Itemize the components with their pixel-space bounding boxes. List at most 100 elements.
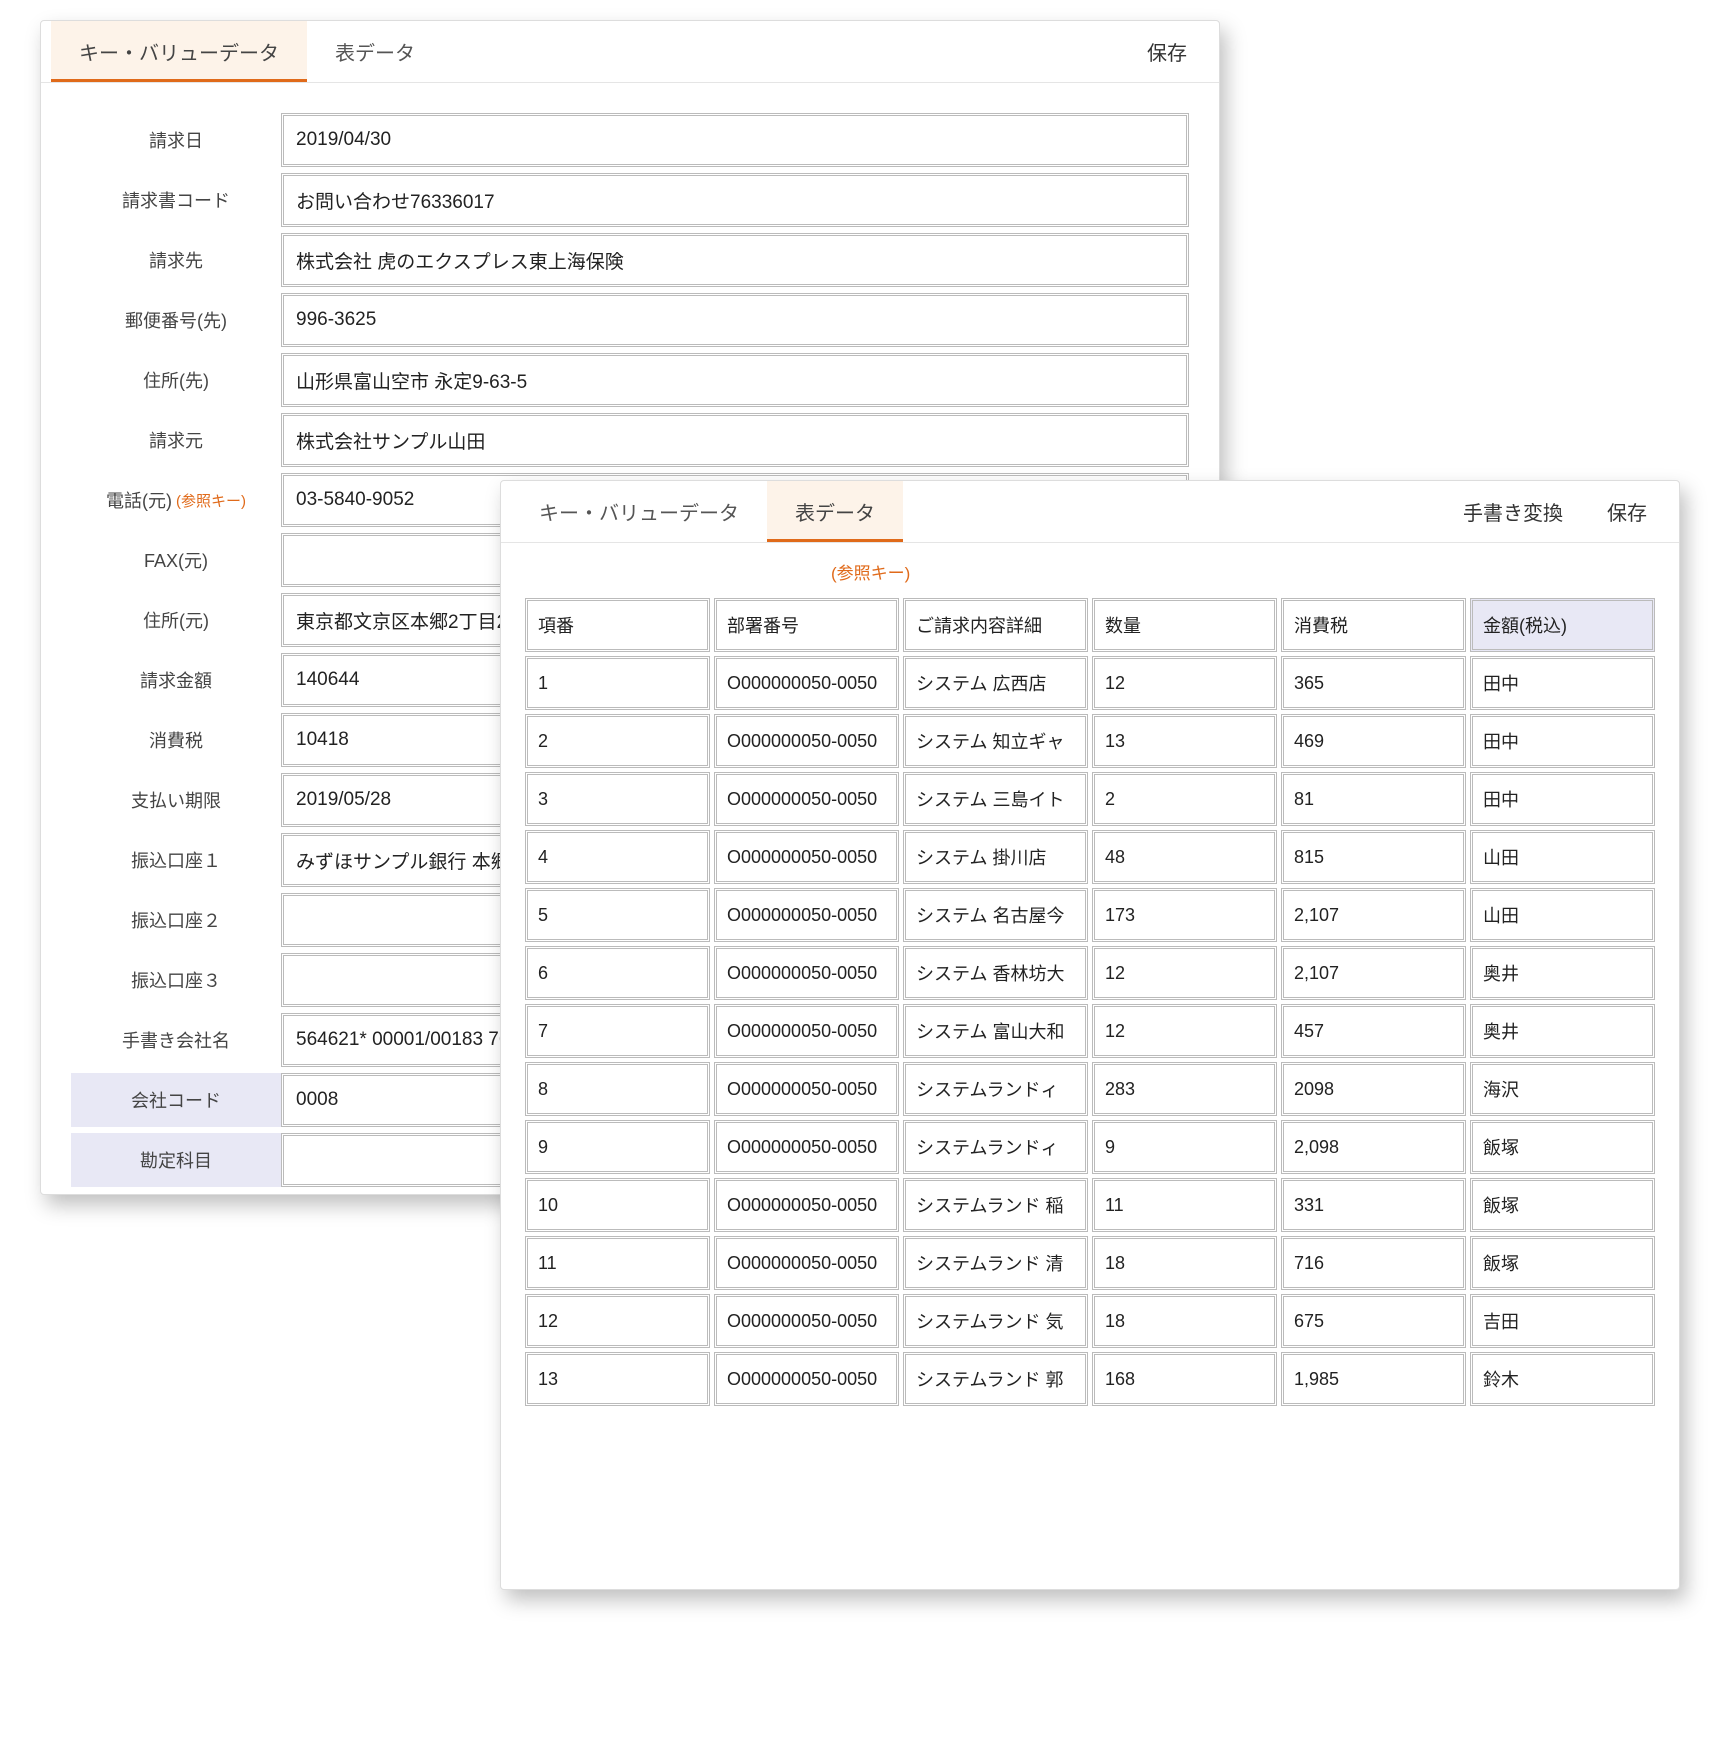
table-cell[interactable] — [1092, 1352, 1277, 1406]
table-cell[interactable] — [1281, 1004, 1466, 1058]
table-cell[interactable] — [525, 656, 710, 710]
table-cell[interactable] — [1092, 1062, 1277, 1116]
table-cell[interactable] — [1092, 656, 1277, 710]
kv-input[interactable] — [281, 173, 1189, 227]
table-cell[interactable] — [903, 714, 1088, 768]
table-cell[interactable] — [714, 1236, 899, 1290]
table-cell[interactable] — [714, 1352, 899, 1406]
table-cell[interactable] — [1470, 830, 1655, 884]
kv-input[interactable] — [281, 413, 1189, 467]
table-cell[interactable] — [525, 1062, 710, 1116]
table-cell[interactable] — [525, 830, 710, 884]
table-cell[interactable] — [1281, 1178, 1466, 1232]
table-cell[interactable] — [1470, 1294, 1655, 1348]
table-cell[interactable] — [1470, 1004, 1655, 1058]
kv-label: 請求書コード — [71, 173, 281, 227]
tab-table-b[interactable]: 表データ — [767, 481, 903, 542]
table-cell[interactable] — [714, 888, 899, 942]
table-header-cell[interactable] — [714, 598, 899, 652]
table-cell[interactable] — [903, 888, 1088, 942]
table-cell[interactable] — [903, 1236, 1088, 1290]
table-cell[interactable] — [1092, 946, 1277, 1000]
save-button[interactable]: 保存 — [1125, 37, 1209, 66]
table-cell[interactable] — [1281, 888, 1466, 942]
table-cell[interactable] — [1470, 1236, 1655, 1290]
tab-table[interactable]: 表データ — [307, 21, 443, 82]
table-cell[interactable] — [525, 946, 710, 1000]
table-cell[interactable] — [714, 1178, 899, 1232]
table-cell[interactable] — [525, 1294, 710, 1348]
table-cell[interactable] — [1470, 1120, 1655, 1174]
table-cell[interactable] — [1281, 1120, 1466, 1174]
kv-row: 請求書コード — [71, 173, 1189, 227]
table-cell[interactable] — [903, 1352, 1088, 1406]
table-cell[interactable] — [903, 772, 1088, 826]
table-cell[interactable] — [1281, 656, 1466, 710]
table-cell[interactable] — [1092, 1236, 1277, 1290]
table-cell[interactable] — [1281, 1294, 1466, 1348]
table-cell[interactable] — [525, 1178, 710, 1232]
table-header-cell[interactable] — [1281, 598, 1466, 652]
table-cell[interactable] — [714, 656, 899, 710]
table-cell[interactable] — [1092, 772, 1277, 826]
table-cell[interactable] — [1281, 1352, 1466, 1406]
table-cell[interactable] — [714, 714, 899, 768]
table-cell[interactable] — [903, 946, 1088, 1000]
table-cell[interactable] — [1470, 888, 1655, 942]
table-cell[interactable] — [1092, 1004, 1277, 1058]
table-cell[interactable] — [525, 1120, 710, 1174]
table-cell[interactable] — [1092, 830, 1277, 884]
table-cell[interactable] — [525, 772, 710, 826]
table-cell[interactable] — [714, 830, 899, 884]
table-cell[interactable] — [1281, 946, 1466, 1000]
table-cell[interactable] — [1281, 772, 1466, 826]
table-cell[interactable] — [1092, 1178, 1277, 1232]
table-cell[interactable] — [1470, 1062, 1655, 1116]
kv-label: 電話(元)(参照キー) — [71, 473, 281, 527]
table-cell[interactable] — [525, 1004, 710, 1058]
kv-input[interactable] — [281, 293, 1189, 347]
table-cell[interactable] — [525, 1352, 710, 1406]
table-cell[interactable] — [1470, 714, 1655, 768]
table-header-cell[interactable] — [1092, 598, 1277, 652]
table-cell[interactable] — [1092, 888, 1277, 942]
table-cell[interactable] — [1281, 1236, 1466, 1290]
table-cell[interactable] — [1092, 1294, 1277, 1348]
table-cell[interactable] — [1470, 656, 1655, 710]
table-cell[interactable] — [714, 1004, 899, 1058]
tab-kv-b[interactable]: キー・バリューデータ — [511, 481, 767, 542]
kv-input[interactable] — [281, 233, 1189, 287]
table-cell[interactable] — [714, 946, 899, 1000]
table-cell[interactable] — [903, 1178, 1088, 1232]
table-cell[interactable] — [903, 1004, 1088, 1058]
table-cell[interactable] — [714, 1294, 899, 1348]
table-cell[interactable] — [525, 714, 710, 768]
table-cell[interactable] — [1092, 1120, 1277, 1174]
table-cell[interactable] — [714, 772, 899, 826]
tab-kv[interactable]: キー・バリューデータ — [51, 21, 307, 82]
kv-input[interactable] — [281, 353, 1189, 407]
table-header-cell[interactable] — [1470, 598, 1655, 652]
table-cell[interactable] — [1281, 714, 1466, 768]
table-cell[interactable] — [1092, 714, 1277, 768]
table-cell[interactable] — [903, 1062, 1088, 1116]
table-cell[interactable] — [903, 1120, 1088, 1174]
table-cell[interactable] — [525, 888, 710, 942]
table-cell[interactable] — [1281, 830, 1466, 884]
table-cell[interactable] — [1470, 1178, 1655, 1232]
table-cell[interactable] — [1470, 946, 1655, 1000]
save-button-b[interactable]: 保存 — [1585, 497, 1669, 526]
table-cell[interactable] — [1470, 1352, 1655, 1406]
table-cell[interactable] — [903, 1294, 1088, 1348]
table-cell[interactable] — [714, 1062, 899, 1116]
table-cell[interactable] — [1470, 772, 1655, 826]
table-cell[interactable] — [714, 1120, 899, 1174]
table-header-cell[interactable] — [903, 598, 1088, 652]
table-cell[interactable] — [525, 1236, 710, 1290]
table-cell[interactable] — [1281, 1062, 1466, 1116]
kv-input[interactable] — [281, 113, 1189, 167]
table-cell[interactable] — [903, 656, 1088, 710]
table-cell[interactable] — [903, 830, 1088, 884]
handwriting-convert-button[interactable]: 手書き変換 — [1441, 497, 1585, 526]
table-header-cell[interactable] — [525, 598, 710, 652]
